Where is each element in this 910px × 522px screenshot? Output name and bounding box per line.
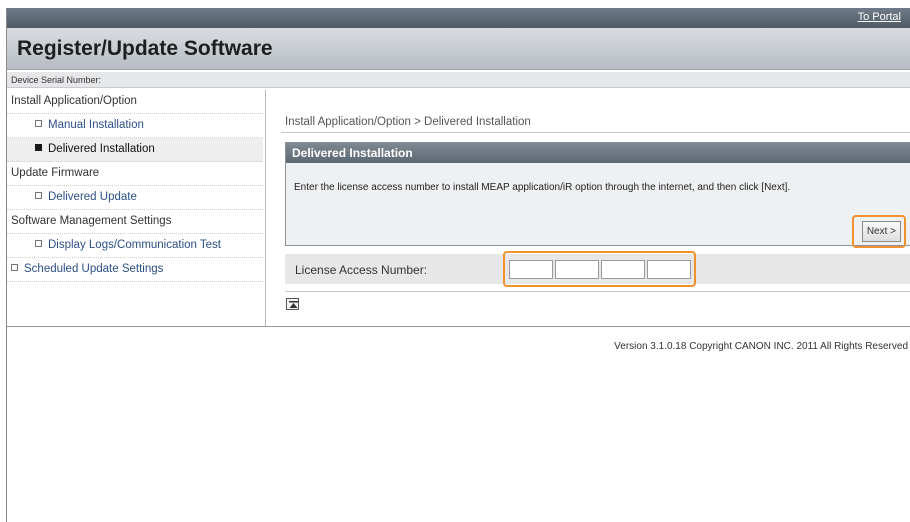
- sidebar-item-manual-installation[interactable]: Manual Installation: [7, 114, 263, 138]
- sidebar-item-label: Delivered Update: [48, 191, 137, 203]
- panel-title: Delivered Installation: [286, 143, 910, 163]
- square-bullet-icon: [35, 120, 42, 127]
- sidebar-item-update-firmware[interactable]: Update Firmware: [7, 162, 263, 186]
- sidebar-item-label: Software Management Settings: [11, 215, 172, 227]
- sidebar-item-delivered-installation[interactable]: Delivered Installation: [7, 138, 263, 162]
- license-access-label: License Access Number:: [295, 263, 428, 277]
- serial-number-label: Device Serial Number:: [11, 75, 102, 85]
- license-fields-highlight: [503, 251, 696, 287]
- content-bottom-rule: [7, 326, 910, 327]
- next-button-highlight: [852, 215, 906, 248]
- sidebar-item-label: Delivered Installation: [48, 143, 155, 155]
- sidebar-item-label: Manual Installation: [48, 119, 144, 131]
- square-bullet-icon: [35, 144, 42, 151]
- breadcrumb: Install Application/Option > Delivered I…: [285, 116, 531, 128]
- to-portal-link[interactable]: To Portal: [858, 11, 901, 23]
- to-top-icon: [289, 301, 298, 308]
- sidebar-item-label: Display Logs/Communication Test: [48, 239, 222, 251]
- sidebar-item-delivered-update[interactable]: Delivered Update: [7, 186, 263, 210]
- square-bullet-icon: [35, 192, 42, 199]
- title-bar: Register/Update Software: [7, 28, 910, 70]
- sidebar-item-scheduled-update[interactable]: Scheduled Update Settings: [7, 258, 263, 282]
- sidebar-item-label: Install Application/Option: [11, 95, 137, 107]
- browser-frame: To Portal Register/Update Software Devic…: [6, 8, 910, 522]
- delivered-installation-panel: Delivered Installation Enter the license…: [285, 142, 910, 246]
- square-bullet-icon: [35, 240, 42, 247]
- breadcrumb-rule: [281, 132, 910, 133]
- license-row-rule: [285, 291, 910, 292]
- sidebar-item-label: Scheduled Update Settings: [24, 263, 164, 275]
- top-bar: To Portal: [7, 8, 910, 28]
- back-to-top-button[interactable]: [286, 298, 299, 310]
- sidebar-divider: [265, 90, 266, 326]
- version-footer: Version 3.1.0.18 Copyright CANON INC. 20…: [614, 341, 908, 352]
- sidebar-item-label: Update Firmware: [11, 167, 100, 179]
- sidebar: Install Application/Option Manual Instal…: [7, 90, 263, 326]
- square-bullet-icon: [11, 264, 18, 271]
- sidebar-item-display-logs[interactable]: Display Logs/Communication Test: [7, 234, 263, 258]
- page-title: Register/Update Software: [17, 37, 273, 60]
- instruction-text: Enter the license access number to insta…: [294, 182, 791, 193]
- sidebar-item-software-management[interactable]: Software Management Settings: [7, 210, 263, 234]
- serial-number-bar: Device Serial Number:: [7, 72, 910, 88]
- sidebar-item-install-application[interactable]: Install Application/Option: [7, 90, 263, 114]
